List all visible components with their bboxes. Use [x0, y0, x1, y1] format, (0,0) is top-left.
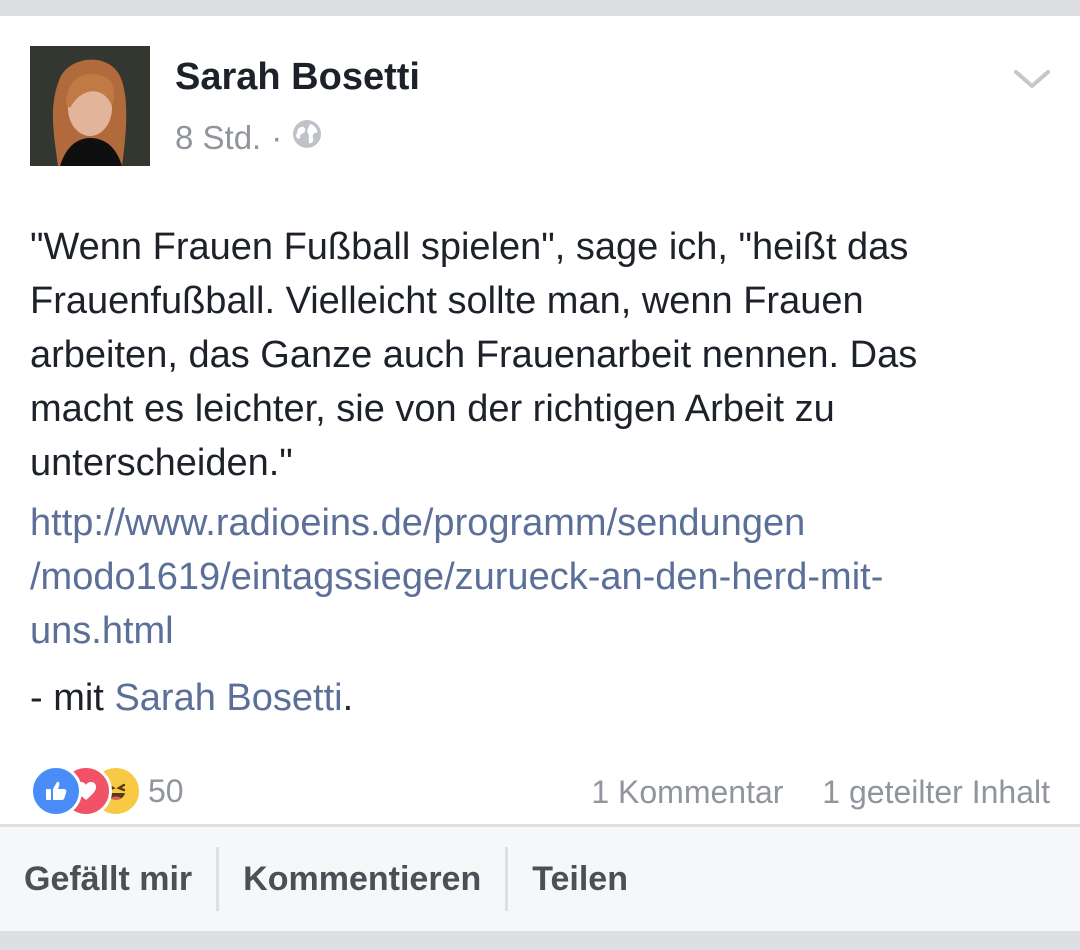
tagged-suffix: .: [342, 677, 354, 719]
tagged-prefix: - mit: [30, 677, 115, 719]
share-count[interactable]: 1 geteilter Inhalt: [822, 774, 1050, 810]
comment-button[interactable]: Kommentieren: [219, 860, 505, 899]
tagged-with: - mit Sarah Bosetti.: [30, 671, 353, 725]
post-text-line: "Wenn Frauen Fußball spielen", sage ich,…: [30, 226, 909, 268]
like-button[interactable]: Gefällt mir: [0, 860, 216, 899]
post-text-line: Frauenfußball. Vielleicht sollte man, we…: [30, 280, 864, 322]
globe-icon: [292, 119, 322, 157]
chevron-down-icon[interactable]: [1012, 64, 1052, 94]
reactions-summary[interactable]: 50: [30, 765, 184, 817]
engagement-counts: 1 Kommentar 1 geteilter Inhalt: [591, 774, 1050, 811]
post-card: Sarah Bosetti 8 Std. · "Wenn Frauen Fußb…: [0, 16, 1080, 931]
share-button[interactable]: Teilen: [508, 860, 652, 899]
post-timestamp[interactable]: 8 Std.: [175, 119, 261, 157]
avatar-photo: [30, 46, 150, 166]
reaction-count[interactable]: 50: [148, 773, 184, 810]
like-icon: [30, 765, 82, 817]
tagged-person-link[interactable]: Sarah Bosetti: [114, 677, 342, 719]
post-text-line: arbeiten, das Ganze auch Frauenarbeit ne…: [30, 334, 918, 376]
meta-separator: ·: [271, 119, 283, 156]
post-link-line[interactable]: http://www.radioeins.de/programm/sendung…: [30, 496, 1040, 550]
post-link[interactable]: http://www.radioeins.de/programm/sendung…: [30, 496, 1040, 658]
post-text: "Wenn Frauen Fußball spielen", sage ich,…: [30, 220, 1030, 490]
post-meta: 8 Std. ·: [175, 118, 322, 158]
action-bar: Gefällt mir Kommentieren Teilen: [0, 824, 1080, 931]
post-link-line[interactable]: uns.html: [30, 604, 1040, 658]
post-link-line[interactable]: /modo1619/eintagssiege/zurueck-an-den-he…: [30, 550, 1040, 604]
comment-count[interactable]: 1 Kommentar: [591, 774, 783, 810]
avatar[interactable]: [30, 46, 150, 166]
author-name[interactable]: Sarah Bosetti: [175, 56, 420, 99]
post-text-line: macht es leichter, sie von der richtigen…: [30, 388, 835, 430]
post-text-line: unterscheiden.": [30, 442, 293, 484]
